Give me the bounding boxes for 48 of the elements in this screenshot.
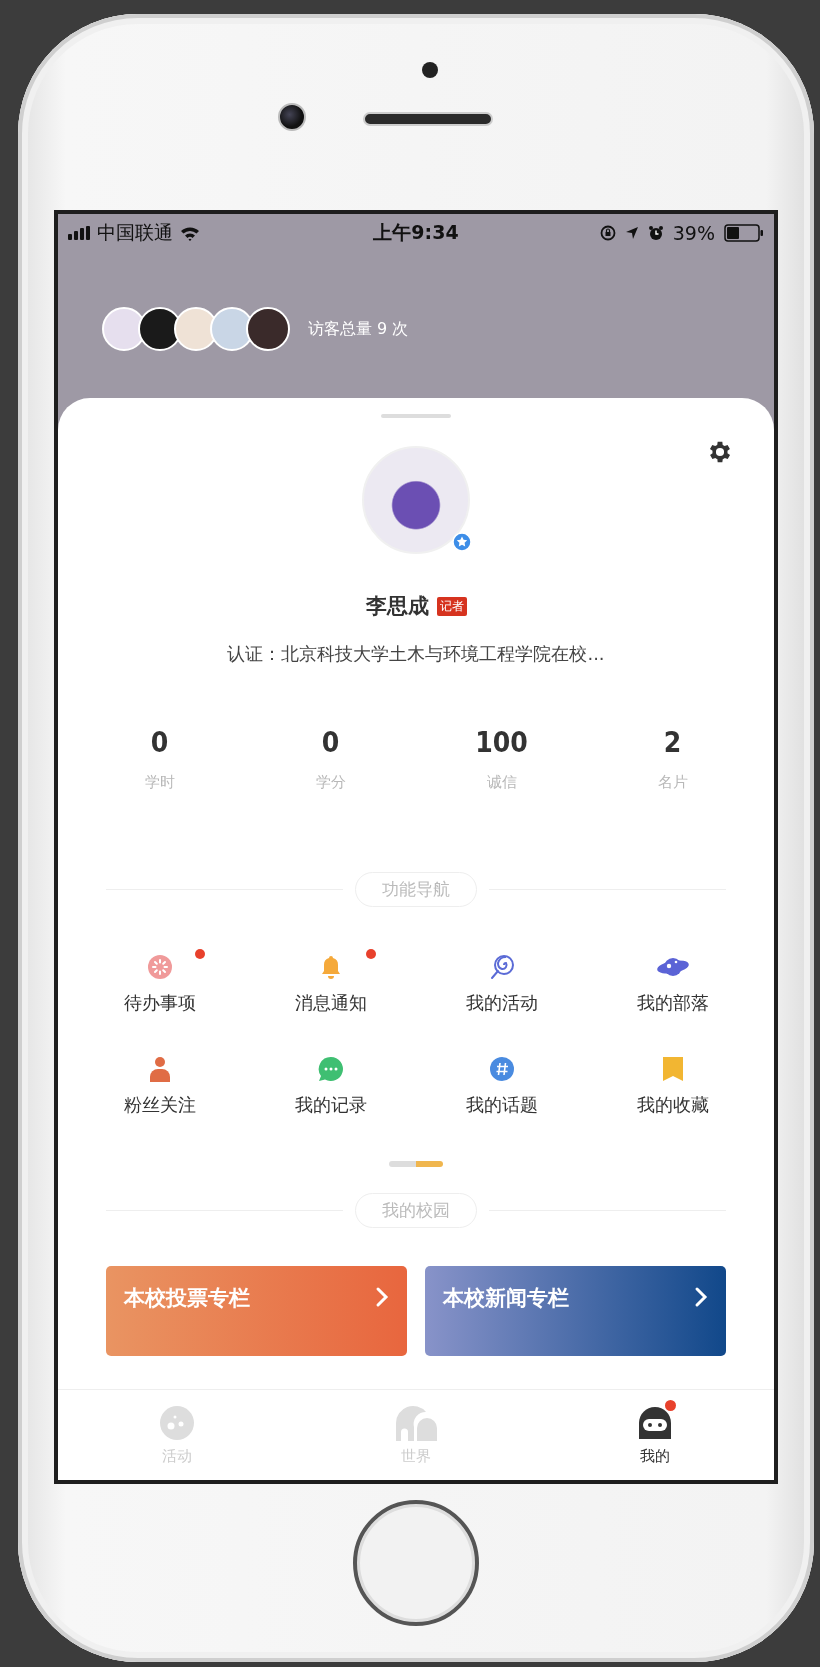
chevron-right-icon bbox=[375, 1286, 389, 1308]
stat-value[interactable]: 100 bbox=[475, 726, 528, 759]
status-time: 上午9:34 bbox=[373, 220, 459, 245]
banner-title: 本校新闻专栏 bbox=[443, 1285, 569, 1312]
lollipop-icon bbox=[488, 954, 515, 980]
visitor-count: 访客总量 9 次 bbox=[308, 318, 409, 340]
battery-percent: 39% bbox=[672, 222, 715, 244]
stat-value[interactable]: 0 bbox=[150, 726, 169, 759]
role-tag: 记者 bbox=[436, 596, 467, 616]
certification-text: 认证：北京科技大学土木与环境工程学院在校... bbox=[227, 642, 605, 666]
nav-item[interactable]: 待办事项 bbox=[74, 953, 245, 1015]
face-icon bbox=[159, 1404, 196, 1441]
column-banner[interactable]: 本校新闻专栏 bbox=[425, 1266, 726, 1356]
stat-value[interactable]: 0 bbox=[321, 726, 340, 759]
alarm-icon bbox=[647, 225, 664, 241]
stat-label: 名片 bbox=[657, 773, 688, 792]
bookmark-icon bbox=[661, 1056, 684, 1082]
robot-face-icon bbox=[636, 1404, 673, 1441]
stat-label: 学时 bbox=[144, 773, 175, 792]
house-icon bbox=[394, 1404, 438, 1441]
rotation-lock-icon bbox=[599, 225, 616, 241]
stat-value[interactable]: 2 bbox=[663, 726, 682, 759]
tab-item[interactable]: 我的 bbox=[594, 1404, 715, 1466]
nav-item[interactable]: 我的收藏 bbox=[587, 1055, 758, 1117]
banner-title: 本校投票专栏 bbox=[124, 1285, 250, 1312]
user-name: 李思成 bbox=[365, 593, 429, 620]
sensor-dot bbox=[422, 62, 438, 78]
battery-icon bbox=[724, 224, 764, 242]
chevron-right-icon bbox=[694, 1286, 708, 1308]
visitor-avatar[interactable] bbox=[246, 307, 290, 351]
camera-lens bbox=[278, 103, 306, 131]
nav-item[interactable]: 粉丝关注 bbox=[74, 1055, 245, 1117]
stat-label: 学分 bbox=[315, 773, 346, 792]
nav-item[interactable]: 我的记录 bbox=[245, 1055, 416, 1117]
location-arrow-icon bbox=[624, 226, 639, 240]
carrier-name: 中国联通 bbox=[97, 220, 173, 245]
nav-item[interactable]: 我的活动 bbox=[416, 953, 587, 1015]
nav-item[interactable]: 消息通知 bbox=[245, 953, 416, 1015]
chat-bubble-icon bbox=[317, 1056, 344, 1082]
planet-icon bbox=[655, 955, 690, 979]
signal-icon bbox=[68, 226, 90, 240]
person-icon bbox=[147, 1056, 172, 1082]
stat-label: 诚信 bbox=[486, 773, 517, 792]
drag-handle[interactable] bbox=[381, 414, 451, 418]
nav-item[interactable]: 我的部落 bbox=[587, 953, 758, 1015]
wifi-icon bbox=[180, 225, 200, 241]
nav-item[interactable]: 我的话题 bbox=[416, 1055, 587, 1117]
hashtag-icon bbox=[488, 1056, 515, 1082]
